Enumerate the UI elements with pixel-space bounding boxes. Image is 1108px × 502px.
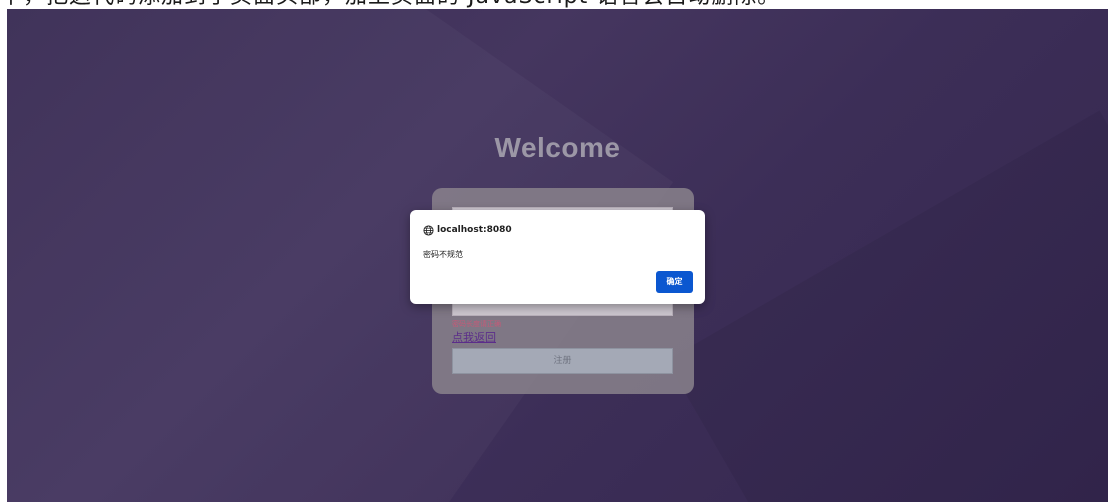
top-strip-text: 中，把这代码添加到子页面头部，加上页面的 JavaScript 语言会自动删除。 [0, 0, 780, 8]
dialog-header: localhost:8080 [423, 223, 512, 237]
page-viewport: Welcome •••• 密码长度请正确 点我返回 注册 localhost:8… [7, 9, 1108, 502]
browser-top-strip: 中，把这代码添加到子页面头部，加上页面的 JavaScript 语言会自动删除。 [0, 0, 1108, 9]
ok-button[interactable]: 确定 [656, 271, 693, 293]
globe-icon [423, 224, 434, 236]
dialog-origin: localhost:8080 [437, 225, 512, 235]
alert-dialog: localhost:8080 密码不规范 确定 [410, 210, 705, 304]
dialog-message: 密码不规范 [423, 250, 463, 259]
